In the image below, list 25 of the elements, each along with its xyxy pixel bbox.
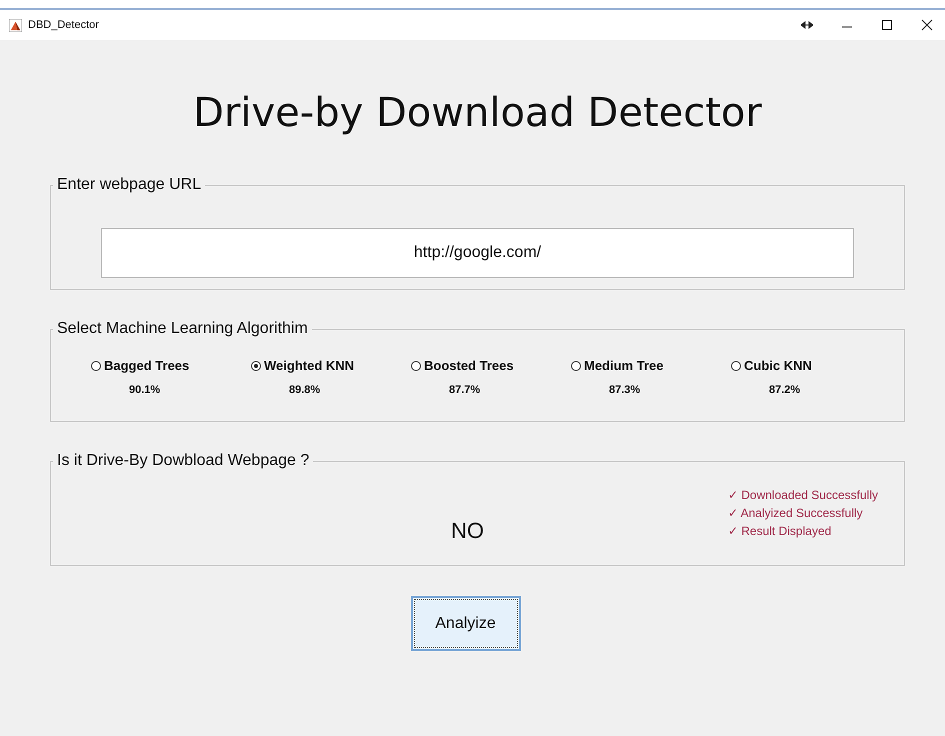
accuracy-text: 89.8%	[289, 384, 320, 396]
url-field[interactable]: http://google.com/	[101, 228, 854, 278]
algorithm-radio[interactable]: Bagged Trees	[91, 358, 190, 373]
accuracy-text: 87.7%	[449, 384, 480, 396]
close-icon[interactable]	[921, 19, 933, 31]
accuracy-text: 87.2%	[769, 384, 800, 396]
status-message: ✓ Result Displayed	[728, 524, 832, 538]
panel-legend: Is it Drive-By Dowbload Webpage ?	[53, 452, 314, 470]
analyze-button[interactable]: Analyize	[410, 596, 520, 651]
panel-legend: Enter webpage URL	[53, 176, 206, 194]
algorithm-radio[interactable]: Medium Tree	[571, 358, 664, 373]
resize-icon[interactable]	[801, 21, 813, 29]
accuracy-text: 87.3%	[609, 384, 640, 396]
window-title: DBD_Detector	[28, 19, 99, 31]
app-icon	[9, 18, 22, 32]
result-text: NO	[451, 518, 484, 544]
panel-legend: Select Machine Learning Algorithim	[53, 320, 312, 338]
algorithm-radio[interactable]: Boosted Trees	[411, 358, 514, 373]
accuracy-text: 90.1%	[129, 384, 160, 396]
algorithm-radio[interactable]: Cubic KNN	[731, 358, 812, 373]
app-heading: Drive-by Download Detector	[192, 89, 763, 138]
status-message: ✓ Downloaded Successfully	[728, 488, 878, 502]
maximize-icon[interactable]	[881, 19, 893, 31]
status-message: ✓ Analyized Successfully	[728, 506, 864, 520]
algorithm-radio[interactable]: Weighted KNN	[251, 358, 354, 373]
